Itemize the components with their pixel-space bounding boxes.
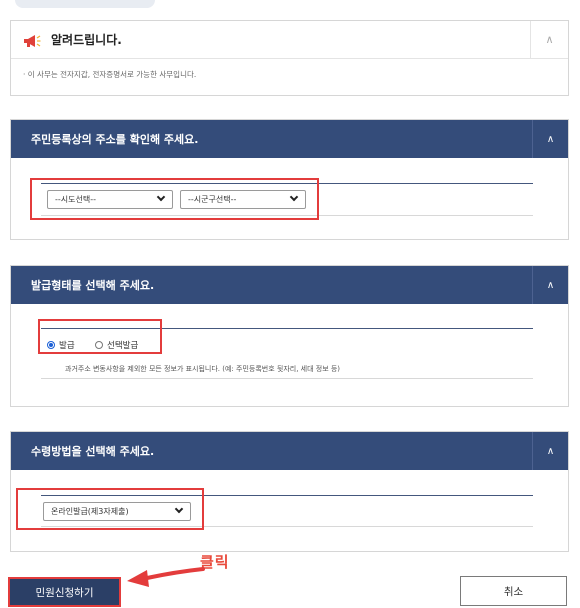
chevron-up-icon[interactable]: ∧ bbox=[532, 120, 568, 158]
address-section-header: 주민등록상의 주소를 확인해 주세요. ∧ bbox=[11, 120, 568, 158]
notice-title: 알려드립니다. bbox=[51, 33, 122, 47]
chevron-up-icon[interactable]: ∧ bbox=[530, 21, 568, 58]
notice-panel: 알려드립니다. ∧ · 이 사무는 전자지갑, 전자증명서로 가능한 사무입니다… bbox=[10, 20, 569, 96]
megaphone-icon bbox=[23, 33, 41, 47]
notice-text: · 이 사무는 전자지갑, 전자증명서로 가능한 사무입니다. bbox=[23, 70, 197, 79]
chevron-up-icon[interactable]: ∧ bbox=[532, 266, 568, 304]
chevron-up-icon[interactable]: ∧ bbox=[532, 432, 568, 470]
issue-type-section-title: 발급형태를 선택해 주세요. bbox=[31, 279, 155, 292]
highlight-box bbox=[16, 488, 204, 530]
highlight-box bbox=[38, 319, 162, 354]
highlight-box bbox=[30, 178, 319, 220]
address-section-title: 주민등록상의 주소를 확인해 주세요. bbox=[31, 133, 199, 146]
receive-method-section-title: 수령방법을 선택해 주세요. bbox=[31, 445, 155, 458]
receive-method-section-header: 수령방법을 선택해 주세요. ∧ bbox=[11, 432, 568, 470]
divider bbox=[41, 378, 533, 379]
cancel-button[interactable]: 취소 bbox=[460, 576, 567, 606]
issue-type-section-header: 발급형태를 선택해 주세요. ∧ bbox=[11, 266, 568, 304]
arrow-left-icon bbox=[127, 567, 205, 587]
issue-type-description: 과거주소 변동사항을 제외한 모든 정보가 표시됩니다. (예: 주민등록번호 … bbox=[65, 365, 341, 373]
notice-header: 알려드립니다. ∧ bbox=[11, 21, 568, 59]
apply-button[interactable]: 민원신청하기 bbox=[8, 577, 121, 607]
top-tab bbox=[15, 0, 155, 8]
